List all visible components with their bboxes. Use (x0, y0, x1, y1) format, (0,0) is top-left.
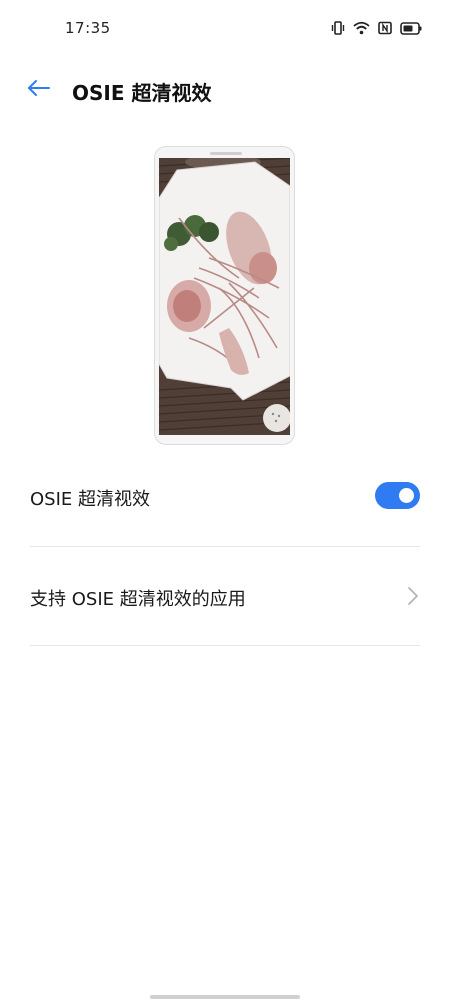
home-indicator[interactable] (150, 995, 300, 999)
arrow-left-icon (27, 79, 51, 101)
phone-speaker (210, 152, 242, 155)
status-bar: 17:35 (0, 0, 450, 58)
status-time: 17:35 (65, 19, 111, 37)
app-header: OSIE 超清视效 (0, 64, 450, 116)
back-button[interactable] (22, 74, 56, 106)
nfc-icon (378, 21, 392, 35)
wifi-icon (353, 21, 370, 35)
osie-toggle-row[interactable]: OSIE 超清视效 (30, 470, 420, 522)
divider (30, 645, 420, 646)
status-icons (331, 20, 422, 36)
supported-apps-row[interactable]: 支持 OSIE 超清视效的应用 (30, 570, 420, 622)
supported-apps-label: 支持 OSIE 超清视效的应用 (30, 589, 246, 610)
divider (30, 546, 420, 547)
chevron-right-icon (406, 586, 420, 606)
osie-toggle-switch[interactable] (375, 482, 420, 509)
osie-toggle-label: OSIE 超清视效 (30, 489, 150, 510)
toggle-knob (399, 488, 414, 503)
vibrate-icon (331, 20, 345, 36)
battery-icon (400, 21, 422, 35)
page-title: OSIE 超清视效 (72, 81, 212, 105)
preview-image (159, 158, 290, 435)
phone-preview (154, 146, 295, 445)
